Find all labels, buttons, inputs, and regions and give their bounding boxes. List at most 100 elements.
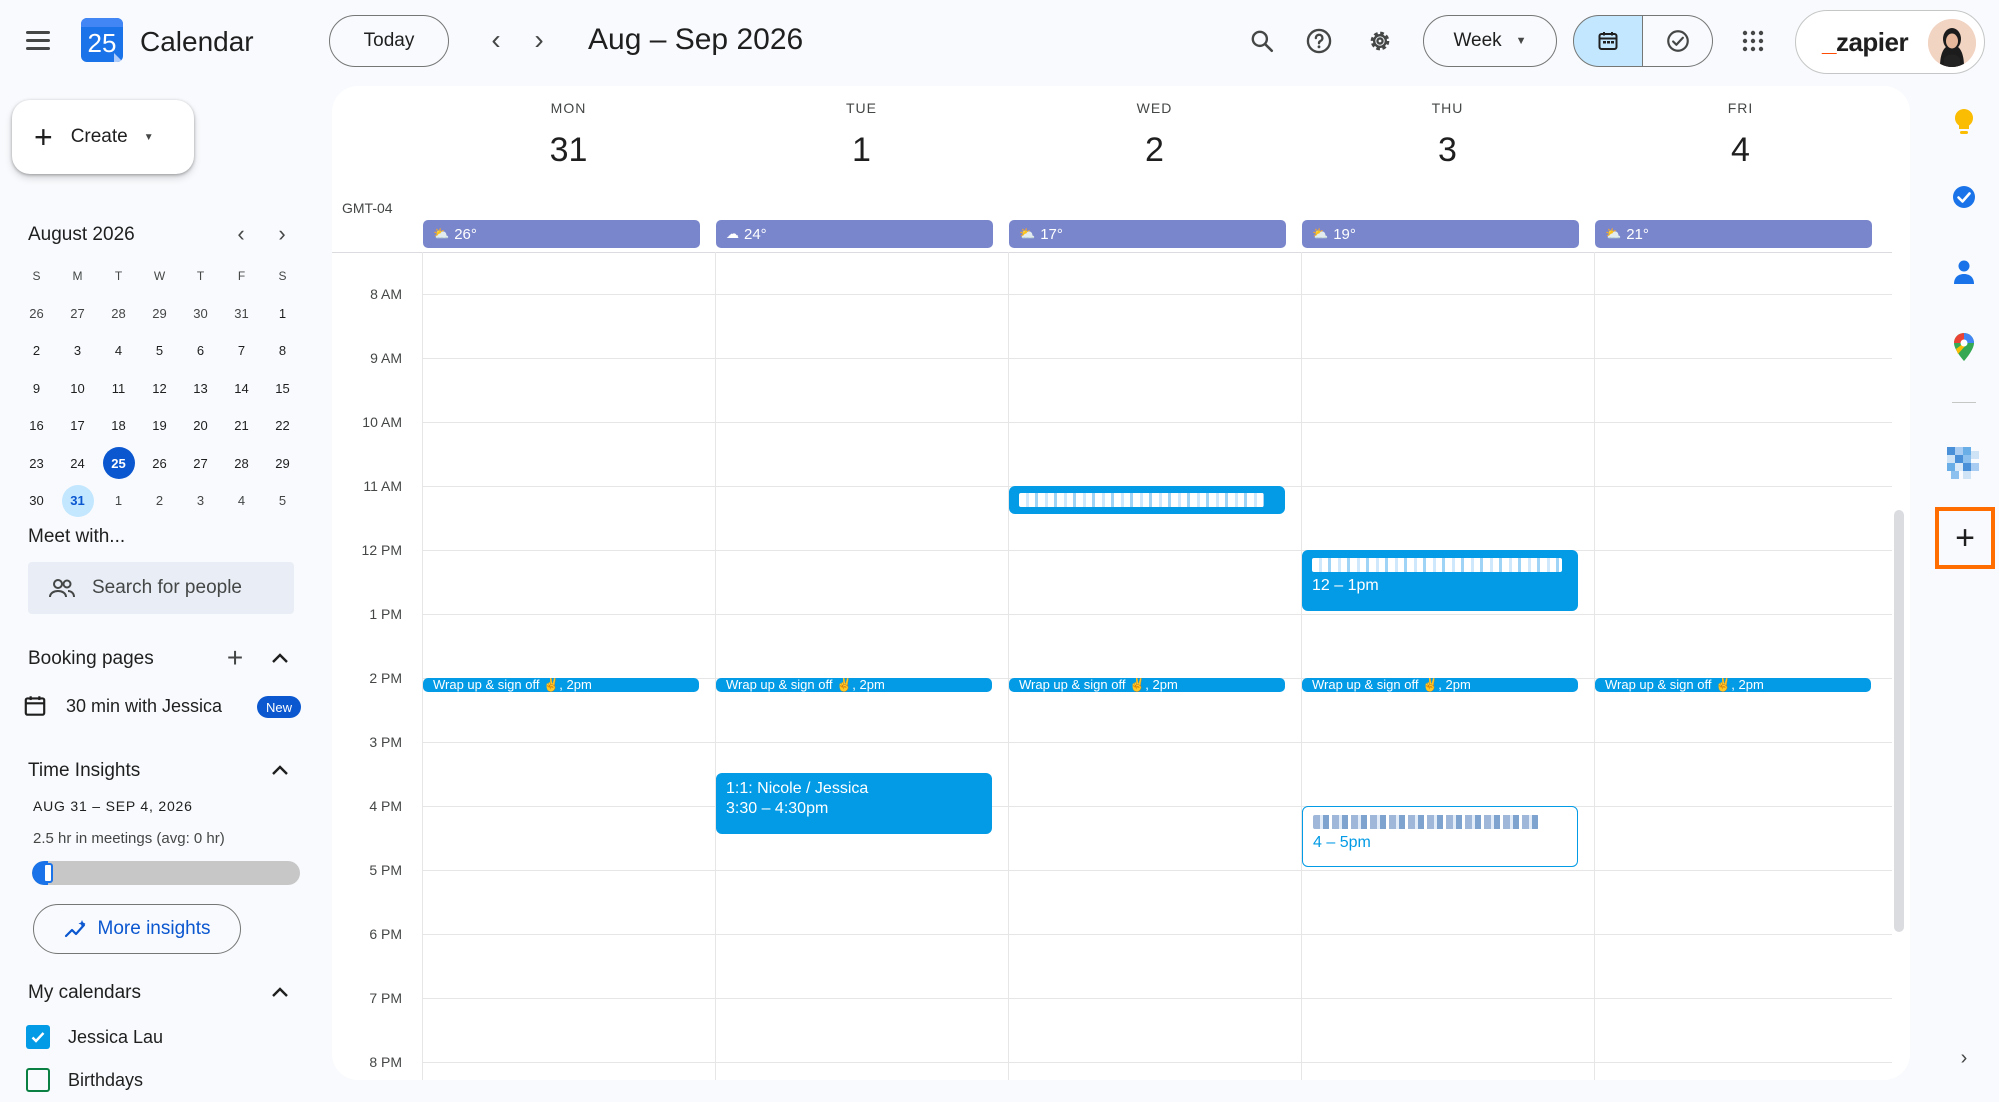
more-insights-button[interactable]: More insights	[33, 904, 241, 954]
mini-day[interactable]: 22	[262, 407, 303, 445]
mini-day[interactable]: 12	[139, 370, 180, 408]
mini-calendar-prev-button[interactable]: ‹	[225, 218, 257, 250]
mini-day[interactable]: 8	[262, 332, 303, 370]
mini-day[interactable]: 13	[180, 370, 221, 408]
mini-calendar-next-button[interactable]: ›	[266, 218, 298, 250]
mini-day[interactable]: 28	[221, 445, 262, 483]
settings-gear-icon[interactable]	[1359, 20, 1401, 62]
apps-grid-icon[interactable]	[1732, 20, 1774, 62]
mini-day[interactable]: 26	[139, 445, 180, 483]
create-button[interactable]: + Create ▼	[12, 100, 194, 174]
mini-day[interactable]: 28	[98, 295, 139, 333]
event-redacted-wed-11am[interactable]	[1009, 486, 1285, 514]
calendar-view-toggle[interactable]	[1573, 15, 1643, 67]
checkbox-checked[interactable]	[26, 1025, 50, 1049]
collapse-booking-pages-button[interactable]	[264, 642, 296, 674]
avatar[interactable]	[1928, 19, 1976, 67]
search-people-input[interactable]: Search for people	[28, 562, 294, 614]
mini-day[interactable]: 27	[180, 445, 221, 483]
mini-day[interactable]: 21	[221, 407, 262, 445]
tasks-view-toggle[interactable]	[1643, 15, 1713, 67]
event-wrap-up-fri[interactable]: Wrap up & sign off ✌️, 2pm	[1595, 678, 1871, 692]
collapse-my-calendars-button[interactable]	[264, 976, 296, 1008]
get-add-ons-plus-button[interactable]: +	[1935, 507, 1995, 569]
mini-day[interactable]: 30	[180, 295, 221, 333]
mini-day[interactable]: 1	[262, 295, 303, 333]
mini-day[interactable]: 3	[180, 482, 221, 520]
vertical-scrollbar[interactable]	[1894, 510, 1904, 932]
search-icon[interactable]	[1241, 20, 1283, 62]
event-wrap-up-wed[interactable]: Wrap up & sign off ✌️, 2pm	[1009, 678, 1285, 692]
weather-chip[interactable]: ⛅ 19°	[1302, 220, 1579, 248]
mini-day[interactable]: 7	[221, 332, 262, 370]
mini-day-selected[interactable]: 31	[57, 482, 98, 520]
event-wrap-up-thu[interactable]: Wrap up & sign off ✌️, 2pm	[1302, 678, 1578, 692]
main-menu-button[interactable]	[18, 20, 58, 60]
mini-day-today[interactable]: 25	[98, 445, 139, 483]
event-wrap-up-mon[interactable]: Wrap up & sign off ✌️, 2pm	[423, 678, 699, 692]
mini-day[interactable]: 2	[16, 332, 57, 370]
mini-day[interactable]: 17	[57, 407, 98, 445]
mini-day[interactable]: 31	[221, 295, 262, 333]
account-switcher[interactable]: _zapier	[1795, 10, 1985, 74]
hour-label: 8 PM	[369, 1054, 402, 1070]
mini-day[interactable]: 16	[16, 407, 57, 445]
mini-day[interactable]: 11	[98, 370, 139, 408]
mini-day[interactable]: 3	[57, 332, 98, 370]
mini-day[interactable]: 29	[262, 445, 303, 483]
weather-chip[interactable]: ⛅ 21°	[1595, 220, 1872, 248]
tasks-check-icon[interactable]	[1942, 175, 1986, 219]
mini-day[interactable]: 23	[16, 445, 57, 483]
collapse-time-insights-button[interactable]	[264, 754, 296, 786]
calendar-item-birthdays[interactable]: Birthdays	[26, 1063, 306, 1097]
mini-day[interactable]: 30	[16, 482, 57, 520]
event-wrap-up-tue[interactable]: Wrap up & sign off ✌️, 2pm	[716, 678, 992, 692]
day-of-week-label: FRI	[1727, 100, 1754, 116]
mini-day[interactable]: 19	[139, 407, 180, 445]
mini-day[interactable]: 29	[139, 295, 180, 333]
mini-day[interactable]: 27	[57, 295, 98, 333]
mini-day[interactable]: 6	[180, 332, 221, 370]
mini-day[interactable]: 5	[262, 482, 303, 520]
addon-app-icon[interactable]	[1942, 442, 1986, 486]
add-booking-page-button[interactable]: +	[219, 642, 251, 674]
mini-day[interactable]: 1	[98, 482, 139, 520]
event-redacted-thu-4pm[interactable]: 4 – 5pm	[1302, 806, 1578, 867]
keep-bulb-icon[interactable]	[1942, 100, 1986, 144]
weather-chip[interactable]: ⛅ 26°	[423, 220, 700, 248]
hour-label: 3 PM	[369, 734, 402, 750]
calendar-logo-icon[interactable]: 25	[81, 18, 123, 62]
contacts-person-icon[interactable]	[1942, 250, 1986, 294]
mini-day[interactable]: 14	[221, 370, 262, 408]
day-number[interactable]: 2	[1008, 131, 1301, 170]
mini-day[interactable]: 24	[57, 445, 98, 483]
mini-day[interactable]: 4	[221, 482, 262, 520]
mini-day[interactable]: 9	[16, 370, 57, 408]
expand-side-panel-button[interactable]: ›	[1950, 1044, 1978, 1072]
weather-chip[interactable]: ☁ 24°	[716, 220, 993, 248]
prev-week-button[interactable]: ‹	[476, 20, 516, 60]
mini-day[interactable]: 10	[57, 370, 98, 408]
weather-chip[interactable]: ⛅ 17°	[1009, 220, 1286, 248]
help-icon[interactable]	[1298, 20, 1340, 62]
calendar-item-jessica-lau[interactable]: Jessica Lau	[26, 1020, 306, 1054]
event-redacted-thu-noon[interactable]: 12 – 1pm	[1302, 550, 1578, 611]
checkbox-unchecked[interactable]	[26, 1068, 50, 1092]
event-nicole-jessica[interactable]: 1:1: Nicole / Jessica 3:30 – 4:30pm	[716, 773, 992, 834]
mini-day[interactable]: 2	[139, 482, 180, 520]
day-number[interactable]: 3	[1301, 131, 1594, 170]
mini-day[interactable]: 5	[139, 332, 180, 370]
mini-day[interactable]: 4	[98, 332, 139, 370]
mini-day[interactable]: 26	[16, 295, 57, 333]
day-number[interactable]: 31	[422, 131, 715, 170]
next-week-button[interactable]: ›	[519, 20, 559, 60]
view-selector[interactable]: Week ▼	[1423, 15, 1557, 67]
day-number[interactable]: 1	[715, 131, 1008, 170]
mini-day[interactable]: 18	[98, 407, 139, 445]
mini-day[interactable]: 20	[180, 407, 221, 445]
today-button[interactable]: Today	[329, 15, 449, 67]
maps-pin-icon[interactable]	[1942, 325, 1986, 369]
day-number[interactable]: 4	[1594, 131, 1887, 170]
mini-day[interactable]: 15	[262, 370, 303, 408]
hour-gridline	[422, 550, 1892, 551]
